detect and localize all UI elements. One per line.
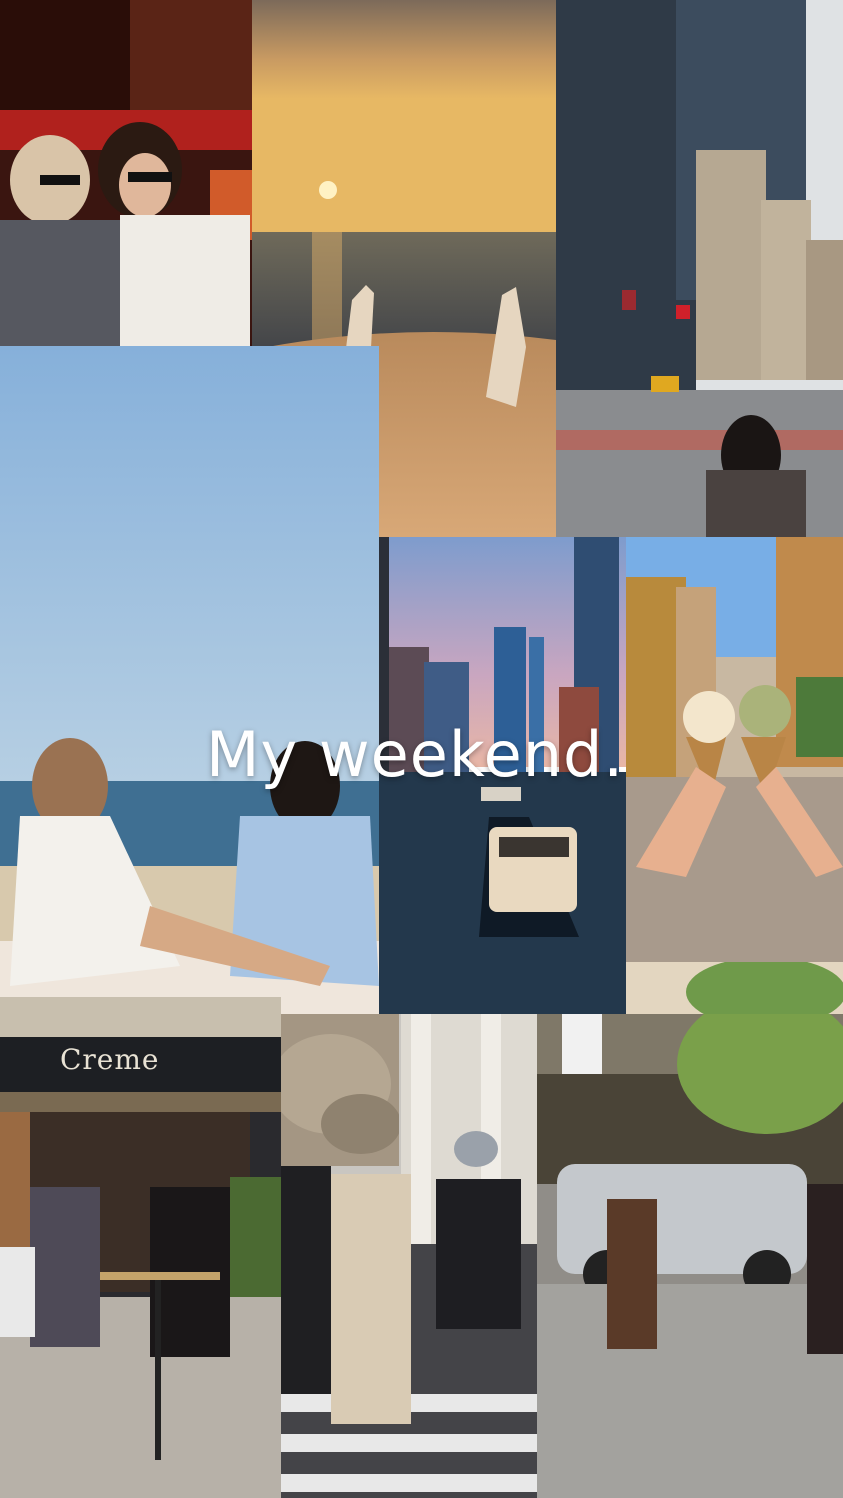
photo-ice-cream [626, 537, 843, 962]
photo-rain-street [537, 1014, 843, 1498]
photo-seaside-picnic [0, 346, 379, 1014]
photo-cafe [0, 0, 252, 346]
photo-sand-rock [281, 1014, 399, 1166]
photo-creme-restaurant: Creme [0, 997, 281, 1498]
collage-title: My weekend. [206, 718, 625, 791]
photo-city-street [556, 0, 843, 537]
restaurant-sign: Creme [60, 1043, 160, 1076]
photo-tree-strip [626, 962, 843, 1014]
